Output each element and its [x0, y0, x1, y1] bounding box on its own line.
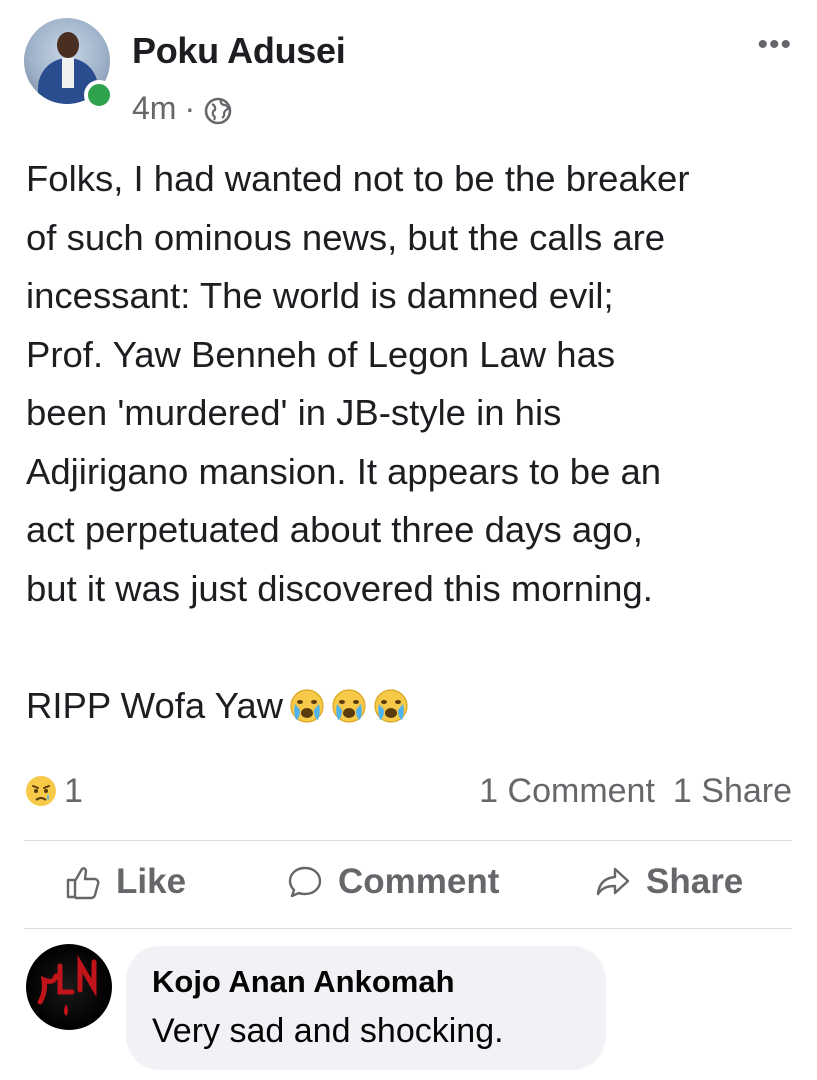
commenter-logo-icon [37, 954, 97, 1016]
comment-label: Comment [338, 862, 500, 901]
post-body: Folks, I had wanted not to be the breake… [26, 150, 796, 735]
post-actions: Like Comment Share [24, 848, 792, 928]
comment-button[interactable]: Comment [286, 862, 499, 902]
more-options-icon[interactable]: ••• [757, 28, 792, 62]
online-status-indicator [84, 80, 114, 110]
crying-face-emoji-icon [332, 688, 366, 723]
comment-count[interactable]: 1 Comment [479, 772, 655, 810]
like-label: Like [116, 862, 187, 901]
engagement-counts: 1 Comment 1 Share [479, 772, 792, 811]
share-count[interactable]: 1 Share [673, 772, 792, 810]
post-timestamp[interactable]: 4m [132, 90, 176, 127]
comment-bubble: Kojo Anan Ankomah Very sad and shocking. [126, 946, 606, 1070]
reaction-count[interactable]: 1 [64, 772, 83, 811]
comment-bubble-icon [288, 866, 322, 898]
commenter-avatar[interactable] [26, 944, 112, 1030]
crying-face-emoji-icon [290, 688, 324, 723]
globe-icon[interactable] [203, 96, 233, 126]
crying-face-emoji-icon [374, 688, 408, 723]
share-button[interactable]: Share [594, 862, 743, 902]
meta-separator: · [184, 90, 196, 126]
comment-text: Very sad and shocking. [152, 1012, 504, 1050]
post-header: Poku Adusei 4m · ••• [24, 18, 804, 138]
commenter-name[interactable]: Kojo Anan Ankomah [152, 964, 455, 1000]
share-arrow-icon [596, 867, 630, 896]
divider [24, 928, 792, 929]
divider [24, 840, 792, 841]
sad-reaction-icon[interactable] [24, 774, 58, 808]
post-text: Folks, I had wanted not to be the breake… [26, 158, 690, 726]
share-label: Share [646, 862, 744, 901]
like-button[interactable]: Like [64, 862, 186, 902]
post-author-name[interactable]: Poku Adusei [132, 30, 346, 72]
thumbs-up-icon [66, 867, 100, 900]
post-meta: 4m · [132, 90, 233, 127]
reactions-summary: 1 1 Comment 1 Share [24, 764, 792, 824]
